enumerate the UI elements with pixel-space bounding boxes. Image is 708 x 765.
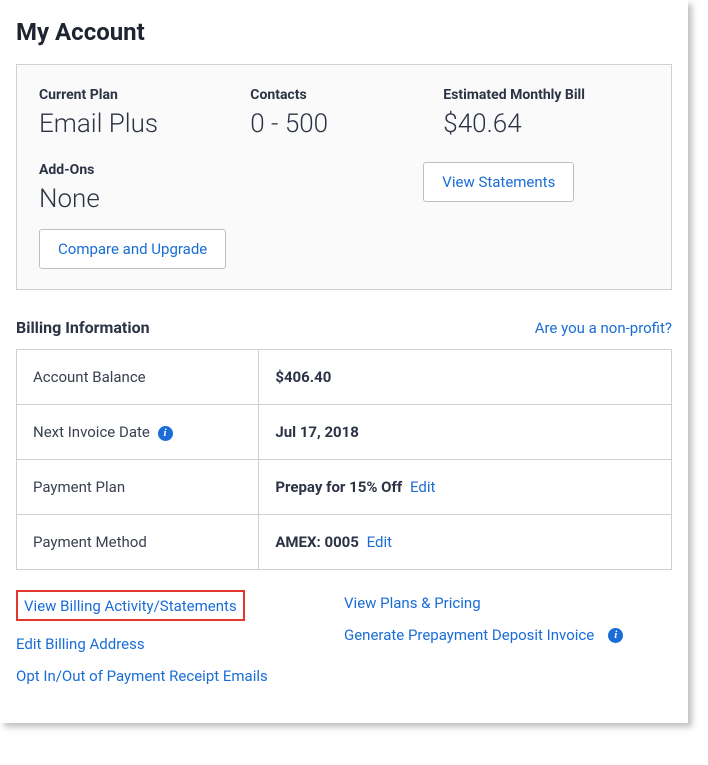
payment-plan-value: Prepay for 15% Off — [275, 478, 402, 496]
estimated-bill-block: Estimated Monthly Bill $40.64 — [443, 87, 669, 140]
payment-plan-value-cell: Prepay for 15% Off Edit — [259, 460, 672, 515]
info-icon[interactable] — [158, 426, 173, 441]
table-row: Account Balance $406.40 — [17, 350, 672, 405]
estimated-bill-value: $40.64 — [443, 109, 669, 140]
edit-billing-address-link[interactable]: Edit Billing Address — [16, 635, 145, 653]
highlight-box: View Billing Activity/Statements — [16, 590, 245, 621]
view-billing-activity-link[interactable]: View Billing Activity/Statements — [24, 597, 237, 615]
addons-value: None — [39, 184, 240, 215]
account-balance-value: $406.40 — [259, 350, 672, 405]
page-title: My Account — [16, 18, 672, 46]
payment-plan-edit-link[interactable]: Edit — [410, 478, 435, 496]
account-balance-label: Account Balance — [17, 350, 259, 405]
plan-summary-panel: Current Plan Email Plus Contacts 0 - 500… — [16, 64, 672, 290]
table-row: Payment Method AMEX: 0005 Edit — [17, 515, 672, 570]
contacts-block: Contacts 0 - 500 — [250, 87, 433, 140]
table-row: Next Invoice Date Jul 17, 2018 — [17, 405, 672, 460]
table-row: Payment Plan Prepay for 15% Off Edit — [17, 460, 672, 515]
next-invoice-value: Jul 17, 2018 — [259, 405, 672, 460]
compare-upgrade-button[interactable]: Compare and Upgrade — [39, 229, 226, 269]
opt-receipt-emails-link[interactable]: Opt In/Out of Payment Receipt Emails — [16, 667, 268, 685]
view-statements-button[interactable]: View Statements — [423, 162, 574, 202]
info-icon[interactable] — [608, 628, 623, 643]
payment-plan-label: Payment Plan — [17, 460, 259, 515]
addons-block: Add-Ons None Compare and Upgrade — [39, 162, 240, 269]
billing-section-title: Billing Information — [16, 318, 150, 337]
addons-label: Add-Ons — [39, 162, 240, 178]
payment-method-value: AMEX: 0005 — [275, 533, 359, 551]
my-account-page: My Account Current Plan Email Plus Conta… — [0, 0, 688, 723]
next-invoice-label-cell: Next Invoice Date — [17, 405, 259, 460]
estimated-bill-label: Estimated Monthly Bill — [443, 87, 669, 103]
payment-method-label: Payment Method — [17, 515, 259, 570]
current-plan-label: Current Plan — [39, 87, 240, 103]
contacts-label: Contacts — [250, 87, 433, 103]
next-invoice-label: Next Invoice Date — [33, 423, 150, 441]
current-plan-block: Current Plan Email Plus — [39, 87, 240, 140]
billing-table: Account Balance $406.40 Next Invoice Dat… — [16, 349, 672, 570]
generate-prepay-invoice-link[interactable]: Generate Prepayment Deposit Invoice — [344, 626, 594, 644]
nonprofit-link[interactable]: Are you a non-profit? — [535, 319, 672, 337]
bottom-links: View Billing Activity/Statements Edit Bi… — [16, 590, 672, 699]
current-plan-value: Email Plus — [39, 109, 240, 140]
payment-method-edit-link[interactable]: Edit — [367, 533, 392, 551]
contacts-value: 0 - 500 — [250, 109, 433, 140]
payment-method-value-cell: AMEX: 0005 Edit — [259, 515, 672, 570]
view-plans-pricing-link[interactable]: View Plans & Pricing — [344, 594, 481, 612]
